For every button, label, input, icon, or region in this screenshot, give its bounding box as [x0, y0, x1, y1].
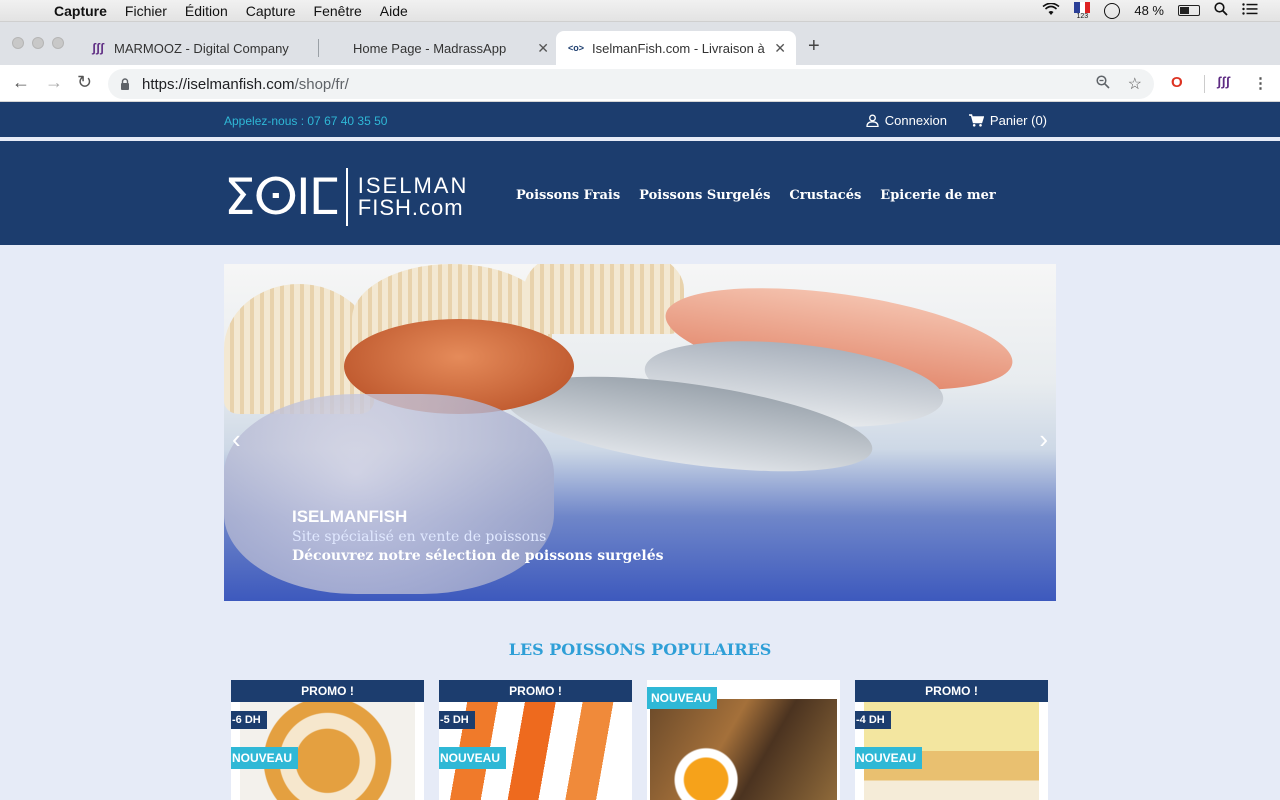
new-badge: NOUVEAU [439, 747, 507, 769]
hero-subtitle: Site spécialisé en vente de poissons [292, 529, 547, 545]
url-text: https://iselmanfish.com/shop/fr/ [142, 76, 349, 93]
zoom-icon[interactable] [1096, 75, 1110, 93]
login-link[interactable]: Connexion [866, 113, 947, 128]
logo-line1: ISELMAN [357, 173, 469, 198]
slider-prev-icon[interactable]: ‹ [232, 424, 241, 455]
new-badge: NOUVEAU [231, 747, 299, 769]
logo-text: ISELMAN FISH.com [358, 175, 469, 219]
new-tab-icon[interactable]: + [808, 35, 820, 58]
marmooz-extension-icon[interactable]: ʃʃʃ [1217, 74, 1230, 89]
browser-toolbar: ← → ↻ https://iselmanfish.com/shop/fr/ ☆… [0, 65, 1280, 102]
discount-badge: -6 DH [231, 711, 267, 729]
product-card[interactable]: PROMO ! -6 DH NOUVEAU [231, 680, 424, 800]
back-arrow-icon[interactable]: ← [12, 72, 30, 93]
time-machine-icon[interactable] [1104, 2, 1121, 19]
tab-separator [318, 39, 319, 57]
user-icon [866, 114, 879, 127]
nav-poissons-surgeles[interactable]: Poissons Surgelés [639, 188, 770, 203]
promo-label: PROMO ! [231, 680, 424, 702]
nav-poissons-frais[interactable]: Poissons Frais [516, 188, 620, 203]
tab-title: IselmanFish.com - Livraison à [592, 40, 765, 56]
product-card[interactable]: PROMO ! -4 DH NOUVEAU [855, 680, 1048, 800]
promo-label: PROMO ! [855, 680, 1048, 702]
site-topbar: Appelez-nous : 07 67 40 35 50 Connexion … [0, 102, 1280, 139]
nav-epicerie-de-mer[interactable]: Epicerie de mer [880, 188, 995, 203]
battery-percent[interactable]: 48 % [1134, 3, 1164, 18]
site-header: ⵉⵙⵏⵎ ISELMAN FISH.com Poissons Frais Poi… [0, 141, 1280, 245]
tab-title: MARMOOZ - Digital Company [114, 40, 289, 56]
bookmark-star-icon[interactable]: ☆ [1128, 74, 1142, 94]
forward-arrow-icon[interactable]: → [45, 72, 63, 93]
minimize-window-button[interactable] [32, 37, 44, 49]
logo-line2: FISH.com [357, 195, 464, 220]
marmooz-icon: ʃʃʃ [92, 41, 104, 55]
login-label: Connexion [884, 113, 947, 128]
logo-symbol: ⵉⵙⵏⵎ [224, 168, 340, 226]
scallop-shell-image [524, 264, 684, 334]
section-title: LES POISSONS POPULAIRES [508, 640, 772, 659]
url-path: /shop/fr/ [294, 75, 349, 93]
slider-next-icon[interactable]: › [1039, 424, 1048, 455]
wifi-icon[interactable] [1042, 1, 1060, 19]
new-badge: NOUVEAU [647, 687, 718, 709]
close-window-button[interactable] [12, 37, 24, 49]
site-logo[interactable]: ⵉⵙⵏⵎ ISELMAN FISH.com [224, 165, 468, 229]
browser-tabbar: ʃʃʃ MARMOOZ - Digital Company Home Page … [0, 22, 1280, 65]
menu-app-capture[interactable]: Capture [54, 3, 107, 19]
notification-center-icon[interactable] [1242, 3, 1258, 18]
chrome-menu-icon[interactable]: ⋮ [1253, 74, 1268, 92]
product-image-grilled-fish[interactable] [650, 699, 837, 800]
tab-marmooz[interactable]: ʃʃʃ MARMOOZ - Digital Company [78, 31, 316, 65]
lock-icon[interactable] [120, 78, 130, 90]
product-card[interactable]: NOUVEAU [647, 680, 840, 800]
nav-crustaces[interactable]: Crustacés [789, 188, 861, 203]
cart-link[interactable]: Panier (0) [968, 113, 1047, 128]
phone-contact[interactable]: Appelez-nous : 07 67 40 35 50 [224, 114, 387, 128]
menu-fenetre[interactable]: Fenêtre [314, 3, 362, 19]
hero-slider[interactable]: ‹ › ISELMANFISH Site spécialisé en vente… [224, 264, 1056, 601]
fish-icon: <o> [568, 43, 585, 53]
input-source-label: 123 [1076, 12, 1089, 20]
user-links: Connexion Panier (0) [866, 113, 1047, 128]
opera-extension-icon[interactable]: O [1171, 74, 1183, 91]
toolbar-separator [1204, 75, 1205, 93]
spotlight-search-icon[interactable] [1214, 2, 1228, 19]
tab-madrassapp[interactable]: Home Page - MadrassApp ✕ [341, 31, 559, 65]
address-bar[interactable]: https://iselmanfish.com/shop/fr/ ☆ [108, 69, 1154, 99]
menu-edition[interactable]: Édition [185, 3, 228, 19]
hero-description: Découvrez notre sélection de poissons su… [292, 548, 664, 564]
main-nav: Poissons Frais Poissons Surgelés Crustac… [516, 188, 996, 203]
logo-divider [345, 168, 348, 226]
menu-aide[interactable]: Aide [380, 3, 408, 19]
zoom-window-button[interactable] [52, 37, 64, 49]
macos-menubar: Capture Fichier Édition Capture Fenêtre … [0, 0, 1280, 22]
discount-badge: -4 DH [855, 711, 891, 729]
discount-badge: -5 DH [439, 711, 475, 729]
close-tab-icon[interactable]: ✕ [774, 40, 786, 57]
tab-iselmanfish[interactable]: <o> IselmanFish.com - Livraison à ✕ [556, 31, 796, 65]
promo-label: PROMO ! [439, 680, 632, 702]
menu-fichier[interactable]: Fichier [125, 3, 167, 19]
cart-label: Panier (0) [989, 113, 1047, 128]
hero-title: ISELMANFISH [292, 507, 408, 526]
reload-icon[interactable]: ↻ [77, 72, 92, 93]
octopus-image [224, 394, 554, 594]
url-domain: https://iselmanfish.com [142, 75, 295, 93]
close-tab-icon[interactable]: ✕ [537, 40, 549, 57]
battery-icon[interactable] [1178, 5, 1200, 16]
input-source-flag-icon[interactable]: 123 [1074, 1, 1091, 20]
product-card[interactable]: PROMO ! -5 DH NOUVEAU [439, 680, 632, 800]
cart-icon [968, 114, 984, 127]
new-badge: NOUVEAU [855, 747, 923, 769]
tab-title: Home Page - MadrassApp [353, 40, 507, 56]
window-controls [12, 37, 64, 49]
menu-capture[interactable]: Capture [246, 3, 296, 19]
hero-caption: ISELMANFISH Site spécialisé en vente de … [292, 507, 663, 564]
